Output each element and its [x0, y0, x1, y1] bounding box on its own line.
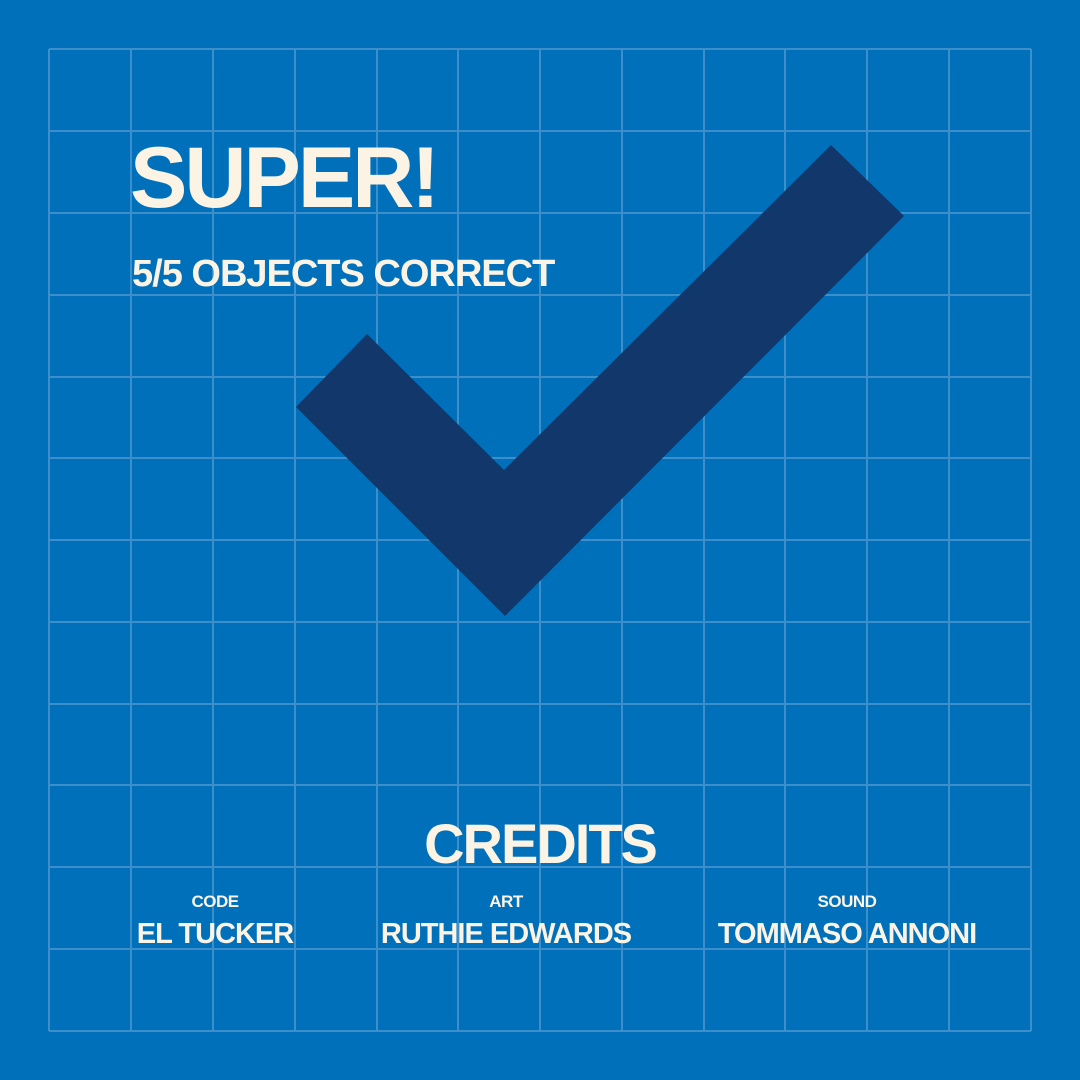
credit-art: ART RUTHIE EDWARDS: [356, 890, 656, 954]
credit-code: CODE EL TUCKER: [115, 890, 315, 954]
credit-name-code: EL TUCKER: [136, 918, 294, 950]
credit-role-art: ART: [489, 892, 523, 911]
score-text: 5/5 OBJECTS CORRECT: [132, 253, 555, 295]
credit-sound: SOUND TOMMASO ANNONI: [697, 890, 997, 954]
results-screen: SUPER! 5/5 OBJECTS CORRECT CREDITS CODE …: [0, 0, 1080, 1080]
credit-role-code: CODE: [191, 892, 239, 911]
credit-role-sound: SOUND: [817, 892, 877, 911]
credit-name-art: RUTHIE EDWARDS: [380, 918, 632, 950]
credit-name-sound: TOMMASO ANNONI: [717, 918, 977, 950]
credits-heading: CREDITS: [424, 812, 658, 875]
result-title: SUPER!: [130, 130, 440, 226]
